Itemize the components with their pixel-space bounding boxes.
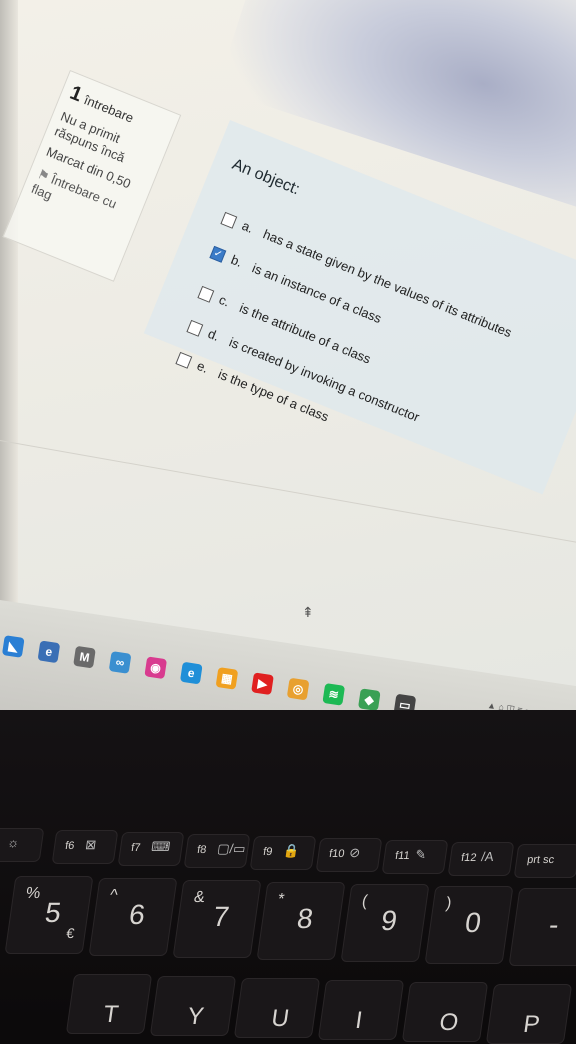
function-key-f10[interactable]: f10 ⊘ [315, 838, 383, 872]
mouse-cursor-icon: ⇞ [302, 604, 314, 620]
key-shift-label: ^ [108, 887, 119, 904]
key-main-label: 6 [127, 899, 148, 930]
key-shift-label: * [276, 891, 286, 908]
number-key-6[interactable]: 6 ^ [88, 878, 178, 956]
key-function-icon: ⌨ [150, 839, 172, 854]
key-main-label: 8 [295, 903, 316, 934]
key-shift-label: ( [360, 893, 369, 910]
function-key-brightness[interactable]: ☼ [0, 828, 45, 862]
keyboard: f6⊠f7⌨f8▢/▭f9🔒f10⊘f11✎f12/Aprt scinsert☼… [0, 710, 576, 1044]
letter-key-t[interactable]: T [65, 974, 153, 1034]
letter-key-i[interactable]: I [317, 980, 405, 1040]
key-main-label: T [101, 1001, 121, 1028]
key-label: prt sc [526, 854, 555, 866]
letter-key-y[interactable]: Y [149, 976, 237, 1036]
key-label: f12 [460, 852, 478, 864]
app-green-icon[interactable]: ◆ [357, 688, 381, 712]
spotify-icon[interactable]: ≋ [322, 682, 346, 706]
key-shift-label: & [192, 889, 206, 906]
key-label: f8 [196, 844, 208, 856]
number-key-0[interactable]: 0) [424, 886, 514, 964]
key-main-label: Y [185, 1003, 206, 1030]
letter-key-p[interactable]: P [485, 984, 573, 1044]
key-main-label: U [269, 1005, 291, 1032]
key-main-label: 9 [379, 905, 400, 936]
key-shift-label: % [24, 885, 42, 902]
screen-edge [0, 0, 18, 640]
edge-icon[interactable]: e [179, 661, 203, 685]
number-key--[interactable]: - [508, 888, 576, 966]
key-main-label: 5 [43, 897, 64, 928]
answer-letter: a. [239, 217, 256, 236]
function-key-f7[interactable]: f7 ⌨ [117, 832, 185, 866]
key-function-icon: 🔒 [282, 843, 301, 858]
infinity-icon[interactable]: ∞ [108, 651, 132, 674]
key-main-label: P [521, 1011, 542, 1038]
windows-store-icon[interactable]: ▦ [215, 667, 239, 690]
key-main-label: O [437, 1009, 461, 1036]
function-key-f12[interactable]: f12/A [447, 842, 515, 876]
key-main-label: I [353, 1007, 365, 1034]
chrome-pink-icon[interactable]: ◉ [144, 656, 168, 680]
key-function-icon: ▢/▭ [216, 841, 247, 856]
brightness-icon: ☼ [6, 835, 21, 850]
key-function-icon: /A [480, 849, 495, 864]
function-key-f9[interactable]: f9 🔒 [249, 836, 317, 870]
number-key-5[interactable]: 5% € [4, 876, 94, 954]
vscode-icon[interactable]: ◣ [1, 635, 25, 658]
key-main-label: 0 [463, 907, 484, 938]
key-shift-label: ) [444, 895, 453, 912]
key-function-icon: ✎ [414, 847, 428, 862]
answer-letter: e. [194, 357, 211, 376]
chrome-icon[interactable]: ◎ [286, 677, 310, 701]
youtube-icon[interactable]: ▶ [251, 672, 274, 696]
number-key-7[interactable]: 7 & [172, 880, 262, 958]
key-alt-label: € [65, 925, 76, 941]
mail-icon[interactable]: M [73, 645, 96, 669]
function-key-f8[interactable]: f8 ▢/▭ [183, 834, 251, 868]
key-function-icon: ⊠ [84, 837, 98, 852]
answer-letter: c. [216, 291, 232, 310]
key-label: f6 [64, 840, 76, 852]
answer-letter: d. [205, 325, 222, 344]
key-label: f9 [262, 846, 274, 858]
edge-old-icon[interactable]: e [37, 640, 61, 664]
key-label: f7 [130, 842, 142, 854]
question-info-panel: 1 întrebare Nu a primit răspuns încă Mar… [2, 70, 182, 282]
answer-letter: b. [228, 251, 245, 270]
function-key-prt-sc[interactable]: prt sc [513, 844, 576, 878]
letter-key-u[interactable]: U [233, 978, 321, 1038]
function-key-f6[interactable]: f6 ⊠ [51, 830, 119, 864]
answer-checkbox[interactable] [175, 351, 193, 369]
number-key-8[interactable]: 8 * [256, 882, 346, 960]
key-label: f10 [328, 848, 346, 860]
key-main-label: - [547, 909, 561, 940]
key-label: f11 [394, 850, 411, 862]
letter-key-o[interactable]: O [401, 982, 489, 1042]
key-main-label: 7 [211, 901, 232, 932]
key-function-icon: ⊘ [348, 845, 362, 860]
function-key-f11[interactable]: f11 ✎ [381, 840, 449, 874]
number-key-9[interactable]: 9( [340, 884, 430, 962]
